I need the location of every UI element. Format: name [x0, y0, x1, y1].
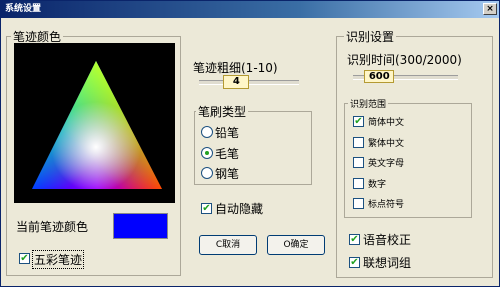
range-english-checkbox[interactable] — [353, 157, 364, 168]
range-punctuation-checkbox[interactable] — [353, 198, 364, 209]
range-traditional-label: 繁体中文 — [368, 139, 405, 149]
window-title: 系统设置 — [5, 4, 42, 14]
recognition-range-title: 识别范围 — [348, 97, 389, 110]
rainbow-trace-label: 五彩笔迹 — [32, 250, 85, 269]
range-digits-label: 数字 — [368, 180, 387, 190]
color-picker-triangle[interactable] — [14, 43, 175, 203]
current-color-swatch[interactable] — [113, 213, 168, 239]
voice-correction-label: 语音校正 — [363, 233, 412, 247]
brush-pen-label: 钢笔 — [215, 167, 240, 181]
recognition-group-title: 识别设置 — [344, 28, 397, 45]
pen-width-label: 笔迹粗细(1-10) — [193, 61, 278, 75]
voice-correction-checkbox[interactable]: ✔ — [349, 234, 360, 245]
rainbow-trace-checkbox[interactable]: ✔ — [19, 253, 30, 264]
brush-type-group-title: 笔刷类型 — [196, 103, 249, 120]
range-punctuation-label: 标点符号 — [368, 200, 405, 210]
range-digits-checkbox[interactable] — [353, 178, 364, 189]
recognition-time-thumb[interactable]: 600 — [364, 70, 395, 83]
settings-dialog: 系统设置 × 笔迹颜色 当前笔迹颜色 ✔ 五彩笔迹 笔迹粗细(1-10) 4 笔… — [0, 0, 500, 287]
brush-writing-brush-radio[interactable] — [201, 147, 213, 159]
recognition-time-value: 600 — [368, 71, 390, 82]
range-simplified-checkbox[interactable]: ✔ — [353, 116, 364, 127]
associative-phrases-label: 联想词组 — [363, 256, 412, 270]
brush-pencil-radio[interactable] — [201, 126, 213, 138]
brush-pencil-label: 铅笔 — [215, 126, 240, 140]
brush-writing-brush-label: 毛笔 — [215, 147, 240, 161]
pen-width-value: 4 — [232, 76, 240, 87]
ok-button[interactable]: O确定 — [267, 235, 325, 255]
associative-phrases-checkbox[interactable]: ✔ — [349, 257, 360, 268]
auto-hide-checkbox[interactable]: ✔ — [201, 203, 212, 214]
current-color-label: 当前笔迹颜色 — [16, 220, 89, 234]
range-simplified-label: 简体中文 — [368, 118, 405, 128]
auto-hide-label: 自动隐藏 — [215, 202, 264, 216]
recognition-time-label: 识别时间(300/2000) — [347, 53, 462, 67]
close-icon: × — [486, 4, 494, 14]
brush-pen-radio[interactable] — [201, 167, 213, 179]
range-english-label: 英文字母 — [368, 159, 405, 169]
title-bar: 系统设置 × — [1, 1, 499, 18]
range-traditional-checkbox[interactable] — [353, 137, 364, 148]
pen-width-thumb[interactable]: 4 — [223, 75, 250, 89]
close-button[interactable]: × — [483, 3, 497, 15]
cancel-button[interactable]: C取消 — [199, 235, 257, 255]
